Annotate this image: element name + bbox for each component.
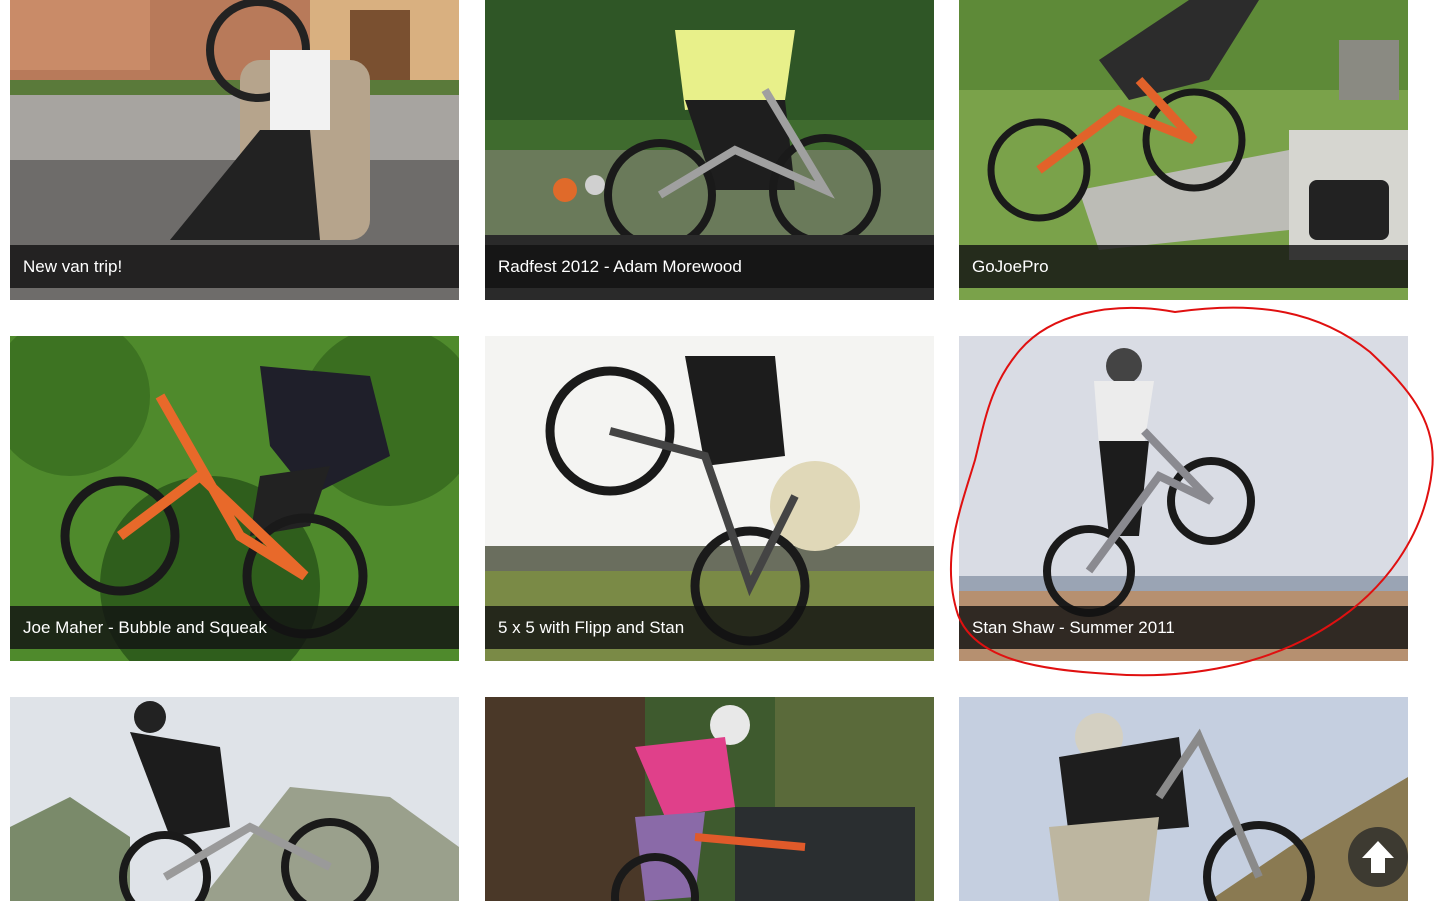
video-tile[interactable]: 5 x 5 with Flipp and Stan bbox=[485, 336, 934, 661]
video-grid: New van trip! Radfest 2012 - Adam Morewo… bbox=[0, 0, 1438, 901]
video-thumbnail bbox=[10, 697, 459, 901]
video-tile[interactable]: Radfest 2012 - Adam Morewood bbox=[485, 0, 934, 300]
scroll-to-top-button[interactable] bbox=[1348, 827, 1408, 887]
video-tile[interactable]: Stan Shaw - Summer 2011 bbox=[959, 336, 1408, 661]
video-title[interactable]: Joe Maher - Bubble and Squeak bbox=[10, 606, 459, 649]
video-thumbnail bbox=[485, 697, 934, 901]
video-title[interactable]: GoJoePro bbox=[959, 245, 1408, 288]
video-tile[interactable]: Joe Maher - Bubble and Squeak bbox=[10, 336, 459, 661]
video-tile[interactable]: GoJoePro bbox=[959, 0, 1408, 300]
video-tile[interactable]: New van trip! bbox=[10, 0, 459, 300]
arrow-up-icon bbox=[1362, 841, 1394, 873]
video-tile[interactable] bbox=[10, 697, 459, 901]
video-title[interactable]: Stan Shaw - Summer 2011 bbox=[959, 606, 1408, 649]
video-tile[interactable] bbox=[485, 697, 934, 901]
video-title[interactable]: Radfest 2012 - Adam Morewood bbox=[485, 245, 934, 288]
video-title[interactable]: New van trip! bbox=[10, 245, 459, 288]
video-thumbnail bbox=[959, 697, 1408, 901]
video-title[interactable]: 5 x 5 with Flipp and Stan bbox=[485, 606, 934, 649]
video-tile[interactable] bbox=[959, 697, 1408, 901]
